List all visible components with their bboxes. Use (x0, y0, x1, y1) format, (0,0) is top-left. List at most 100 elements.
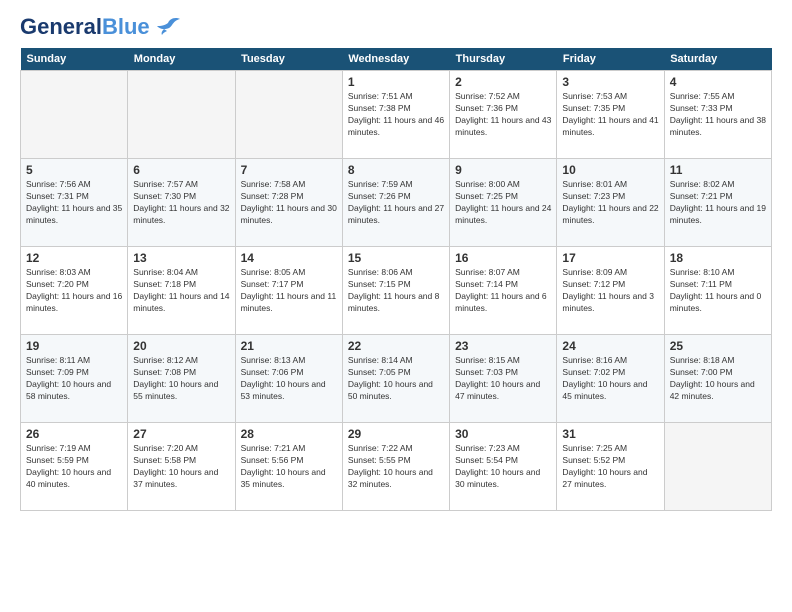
calendar-cell (128, 71, 235, 159)
calendar-cell: 27Sunrise: 7:20 AMSunset: 5:58 PMDayligh… (128, 423, 235, 511)
calendar-cell: 2 Sunrise: 7:52 AMSunset: 7:36 PMDaylight… (450, 71, 557, 159)
day-number: 25 (670, 339, 766, 353)
calendar-cell: 12 Sunrise: 8:03 AMSunset: 7:20 PMDayligh… (21, 247, 128, 335)
day-info: Sunrise: 8:03 AMSunset: 7:20 PMDaylight:… (26, 267, 122, 315)
calendar-cell: 24 Sunrise: 8:16 AMSunset: 7:02 PMDayligh… (557, 335, 664, 423)
calendar-cell: 11Sunrise: 8:02 AMSunset: 7:21 PMDayligh… (664, 159, 771, 247)
calendar: SundayMondayTuesdayWednesdayThursdayFrid… (20, 48, 772, 511)
calendar-week-2: 5 Sunrise: 7:56 AMSunset: 7:31 PMDaylight… (21, 159, 772, 247)
day-info: Sunrise: 8:05 AMSunset: 7:17 PMDaylight:… (241, 267, 337, 315)
calendar-week-3: 12 Sunrise: 8:03 AMSunset: 7:20 PMDayligh… (21, 247, 772, 335)
calendar-cell (21, 71, 128, 159)
day-number: 26 (26, 427, 122, 441)
calendar-cell: 10 Sunrise: 8:01 AMSunset: 7:23 PMDayligh… (557, 159, 664, 247)
day-info: Sunrise: 8:02 AMSunset: 7:21 PMDaylight:… (670, 179, 766, 227)
weekday-header-saturday: Saturday (664, 48, 771, 71)
day-info: Sunrise: 8:18 AMSunset: 7:00 PMDaylight:… (670, 355, 766, 403)
day-number: 27 (133, 427, 229, 441)
day-info: Sunrise: 8:14 AMSunset: 7:05 PMDaylight:… (348, 355, 444, 403)
day-info: Sunrise: 7:57 AMSunset: 7:30 PMDaylight:… (133, 179, 229, 227)
day-number: 14 (241, 251, 337, 265)
day-number: 16 (455, 251, 551, 265)
weekday-header-wednesday: Wednesday (342, 48, 449, 71)
calendar-cell (235, 71, 342, 159)
calendar-cell: 3Sunrise: 7:53 AMSunset: 7:35 PMDaylight… (557, 71, 664, 159)
calendar-cell: 20 Sunrise: 8:12 AMSunset: 7:08 PMDayligh… (128, 335, 235, 423)
calendar-cell: 15 Sunrise: 8:06 AMSunset: 7:15 PMDayligh… (342, 247, 449, 335)
logo-text: GeneralBlue (20, 16, 150, 38)
day-info: Sunrise: 7:53 AMSunset: 7:35 PMDaylight:… (562, 91, 658, 139)
calendar-cell: 17Sunrise: 8:09 AMSunset: 7:12 PMDayligh… (557, 247, 664, 335)
day-info: Sunrise: 8:10 AMSunset: 7:11 PMDaylight:… (670, 267, 766, 315)
weekday-header-row: SundayMondayTuesdayWednesdayThursdayFrid… (21, 48, 772, 71)
day-number: 12 (26, 251, 122, 265)
calendar-cell: 25 Sunrise: 8:18 AMSunset: 7:00 PMDayligh… (664, 335, 771, 423)
day-info: Sunrise: 7:52 AMSunset: 7:36 PMDaylight:… (455, 91, 551, 139)
calendar-cell: 14 Sunrise: 8:05 AMSunset: 7:17 PMDayligh… (235, 247, 342, 335)
day-info: Sunrise: 8:11 AMSunset: 7:09 PMDaylight:… (26, 355, 122, 403)
day-number: 10 (562, 163, 658, 177)
day-number: 18 (670, 251, 766, 265)
day-number: 4 (670, 75, 766, 89)
calendar-cell: 4 Sunrise: 7:55 AMSunset: 7:33 PMDaylight… (664, 71, 771, 159)
calendar-cell: 29Sunrise: 7:22 AMSunset: 5:55 PMDayligh… (342, 423, 449, 511)
day-number: 17 (562, 251, 658, 265)
day-info: Sunrise: 7:51 AMSunset: 7:38 PMDaylight:… (348, 91, 444, 139)
calendar-cell: 31 Sunrise: 7:25 AMSunset: 5:52 PMDayligh… (557, 423, 664, 511)
calendar-cell: 7Sunrise: 7:58 AMSunset: 7:28 PMDaylight… (235, 159, 342, 247)
day-info: Sunrise: 8:15 AMSunset: 7:03 PMDaylight:… (455, 355, 551, 403)
day-info: Sunrise: 8:16 AMSunset: 7:02 PMDaylight:… (562, 355, 658, 403)
calendar-cell: 13 Sunrise: 8:04 AMSunset: 7:18 PMDayligh… (128, 247, 235, 335)
day-number: 13 (133, 251, 229, 265)
day-info: Sunrise: 8:07 AMSunset: 7:14 PMDaylight:… (455, 267, 551, 315)
calendar-cell: 9Sunrise: 8:00 AMSunset: 7:25 PMDaylight… (450, 159, 557, 247)
day-info: Sunrise: 7:56 AMSunset: 7:31 PMDaylight:… (26, 179, 122, 227)
header: GeneralBlue (20, 16, 772, 38)
day-number: 30 (455, 427, 551, 441)
day-number: 20 (133, 339, 229, 353)
day-info: Sunrise: 8:04 AMSunset: 7:18 PMDaylight:… (133, 267, 229, 315)
weekday-header-sunday: Sunday (21, 48, 128, 71)
day-number: 2 (455, 75, 551, 89)
calendar-cell: 1 Sunrise: 7:51 AMSunset: 7:38 PMDaylight… (342, 71, 449, 159)
calendar-cell: 8 Sunrise: 7:59 AMSunset: 7:26 PMDaylight… (342, 159, 449, 247)
day-number: 24 (562, 339, 658, 353)
day-number: 6 (133, 163, 229, 177)
logo: GeneralBlue (20, 16, 182, 38)
day-number: 8 (348, 163, 444, 177)
day-number: 9 (455, 163, 551, 177)
day-number: 5 (26, 163, 122, 177)
day-info: Sunrise: 8:12 AMSunset: 7:08 PMDaylight:… (133, 355, 229, 403)
day-info: Sunrise: 7:19 AMSunset: 5:59 PMDaylight:… (26, 443, 122, 491)
day-info: Sunrise: 7:58 AMSunset: 7:28 PMDaylight:… (241, 179, 337, 227)
day-number: 1 (348, 75, 444, 89)
calendar-cell: 26 Sunrise: 7:19 AMSunset: 5:59 PMDayligh… (21, 423, 128, 511)
calendar-cell: 6 Sunrise: 7:57 AMSunset: 7:30 PMDaylight… (128, 159, 235, 247)
day-info: Sunrise: 7:25 AMSunset: 5:52 PMDaylight:… (562, 443, 658, 491)
day-info: Sunrise: 7:59 AMSunset: 7:26 PMDaylight:… (348, 179, 444, 227)
day-info: Sunrise: 8:06 AMSunset: 7:15 PMDaylight:… (348, 267, 444, 315)
day-number: 19 (26, 339, 122, 353)
calendar-cell: 30 Sunrise: 7:23 AMSunset: 5:54 PMDayligh… (450, 423, 557, 511)
day-info: Sunrise: 8:01 AMSunset: 7:23 PMDaylight:… (562, 179, 658, 227)
calendar-week-1: 1 Sunrise: 7:51 AMSunset: 7:38 PMDaylight… (21, 71, 772, 159)
calendar-cell: 18 Sunrise: 8:10 AMSunset: 7:11 PMDayligh… (664, 247, 771, 335)
page: GeneralBlue SundayMondayTuesdayWednesday… (0, 0, 792, 612)
day-info: Sunrise: 7:23 AMSunset: 5:54 PMDaylight:… (455, 443, 551, 491)
day-number: 31 (562, 427, 658, 441)
calendar-cell: 22 Sunrise: 8:14 AMSunset: 7:05 PMDayligh… (342, 335, 449, 423)
calendar-cell: 28Sunrise: 7:21 AMSunset: 5:56 PMDayligh… (235, 423, 342, 511)
weekday-header-tuesday: Tuesday (235, 48, 342, 71)
weekday-header-thursday: Thursday (450, 48, 557, 71)
weekday-header-friday: Friday (557, 48, 664, 71)
day-number: 23 (455, 339, 551, 353)
calendar-week-5: 26 Sunrise: 7:19 AMSunset: 5:59 PMDayligh… (21, 423, 772, 511)
weekday-header-monday: Monday (128, 48, 235, 71)
day-number: 22 (348, 339, 444, 353)
calendar-cell: 5 Sunrise: 7:56 AMSunset: 7:31 PMDaylight… (21, 159, 128, 247)
day-info: Sunrise: 8:13 AMSunset: 7:06 PMDaylight:… (241, 355, 337, 403)
calendar-cell: 21Sunrise: 8:13 AMSunset: 7:06 PMDayligh… (235, 335, 342, 423)
day-info: Sunrise: 7:55 AMSunset: 7:33 PMDaylight:… (670, 91, 766, 139)
day-number: 15 (348, 251, 444, 265)
calendar-week-4: 19 Sunrise: 8:11 AMSunset: 7:09 PMDayligh… (21, 335, 772, 423)
